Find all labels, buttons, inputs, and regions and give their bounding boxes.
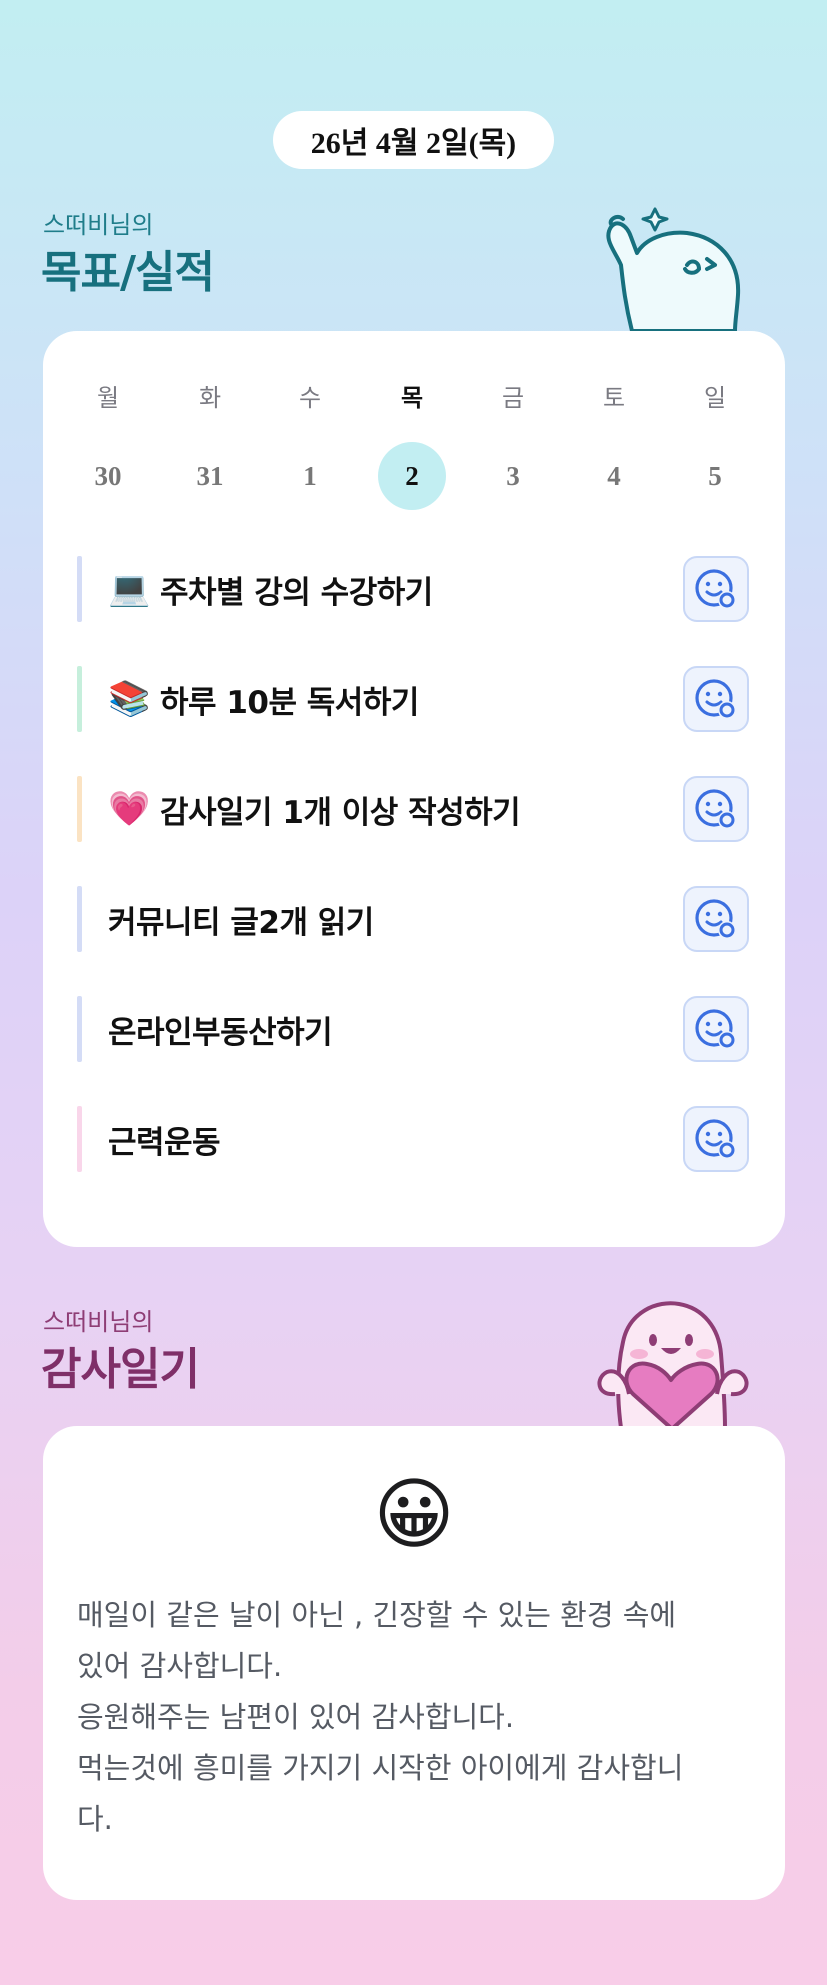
weekday-label: 일 bbox=[703, 383, 727, 412]
goal-check-button[interactable] bbox=[683, 776, 749, 842]
goal-color-bar bbox=[77, 666, 82, 732]
smile-check-icon bbox=[694, 1117, 738, 1161]
gratitude-line: 매일이 같은 날이 아닌 , 긴장할 수 있는 환경 속에 bbox=[77, 1598, 677, 1632]
goal-color-bar bbox=[77, 556, 82, 622]
pink-heart-icon: 💗 bbox=[108, 789, 151, 829]
laptop-icon: 💻 bbox=[108, 569, 151, 609]
gratitude-card: 😀 매일이 같은 날이 아닌 , 긴장할 수 있는 환경 속에있어 감사합니다.… bbox=[43, 1426, 785, 1900]
goal-color-bar bbox=[77, 996, 82, 1062]
date-cell[interactable]: 31 bbox=[176, 442, 244, 510]
weekday-label: 금 bbox=[501, 383, 525, 412]
goals-subtitle: 스떠비님의 bbox=[43, 211, 154, 239]
date-cell[interactable]: 1 bbox=[276, 442, 344, 510]
smile-check-icon bbox=[694, 567, 738, 611]
gratitude-text[interactable]: 매일이 같은 날이 아닌 , 긴장할 수 있는 환경 속에있어 감사합니다. 응원… bbox=[77, 1590, 767, 1845]
gratitude-line: 응원해주는 남편이 있어 감사합니다. bbox=[77, 1700, 515, 1734]
smile-check-icon bbox=[694, 677, 738, 721]
goal-label: 감사일기 1개 이상 작성하기 bbox=[160, 794, 521, 831]
date-cell[interactable]: 30 bbox=[74, 442, 142, 510]
date-cell-selected[interactable]: 2 bbox=[378, 442, 446, 510]
goal-label: 커뮤니티 글2개 읽기 bbox=[108, 904, 374, 941]
goal-item[interactable]: 📚 하루 10분 독서하기 bbox=[77, 666, 749, 732]
goal-label: 하루 10분 독서하기 bbox=[160, 684, 419, 721]
goal-check-button[interactable] bbox=[683, 996, 749, 1062]
weekday-label: 월 bbox=[96, 383, 120, 412]
weekday-label: 수 bbox=[298, 383, 322, 412]
goal-label: 온라인부동산하기 bbox=[108, 1014, 333, 1051]
date-cell[interactable]: 5 bbox=[681, 442, 749, 510]
goal-item[interactable]: 근력운동 bbox=[77, 1106, 749, 1172]
goal-check-button[interactable] bbox=[683, 666, 749, 732]
gratitude-line: 다. bbox=[77, 1802, 113, 1836]
goal-check-button[interactable] bbox=[683, 886, 749, 952]
goal-color-bar bbox=[77, 776, 82, 842]
goal-color-bar bbox=[77, 1106, 82, 1172]
goals-title: 목표/실적 bbox=[41, 247, 215, 298]
weekday-label: 토 bbox=[602, 383, 626, 412]
weekday-label: 목 bbox=[400, 383, 424, 412]
thanks-title: 감사일기 bbox=[41, 1344, 200, 1395]
goal-color-bar bbox=[77, 886, 82, 952]
date-cell[interactable]: 3 bbox=[479, 442, 547, 510]
weekday-label: 화 bbox=[198, 383, 222, 412]
date-pill[interactable]: 26년 4월 2일(목) bbox=[273, 111, 554, 169]
goal-check-button[interactable] bbox=[683, 1106, 749, 1172]
gratitude-line: 먹는것에 흥미를 가지기 시작한 아이에게 감사합니 bbox=[77, 1751, 684, 1785]
grinning-face-icon: 😀 bbox=[373, 1470, 455, 1560]
pointing-mascot-icon bbox=[606, 207, 741, 331]
date-cell[interactable]: 4 bbox=[580, 442, 648, 510]
thanks-subtitle: 스떠비님의 bbox=[43, 1308, 154, 1336]
goal-item[interactable]: 💻 주차별 강의 수강하기 bbox=[77, 556, 749, 622]
gratitude-line: 있어 감사합니다. bbox=[77, 1649, 283, 1683]
books-icon: 📚 bbox=[108, 679, 151, 719]
goal-label: 주차별 강의 수강하기 bbox=[160, 574, 433, 611]
goal-label: 근력운동 bbox=[108, 1124, 221, 1161]
goal-item[interactable]: 커뮤니티 글2개 읽기 bbox=[77, 886, 749, 952]
goal-item[interactable]: 온라인부동산하기 bbox=[77, 996, 749, 1062]
smile-check-icon bbox=[694, 1007, 738, 1051]
goal-check-button[interactable] bbox=[683, 556, 749, 622]
heart-mascot-icon bbox=[597, 1301, 749, 1428]
smile-check-icon bbox=[694, 787, 738, 831]
smile-check-icon bbox=[694, 897, 738, 941]
goal-item[interactable]: 💗 감사일기 1개 이상 작성하기 bbox=[77, 776, 749, 842]
goals-card: 월 화 수 목 금 토 일 30 31 1 2 3 4 5 💻 주차별 강의 수강하기 📚 하루 10분 독서… bbox=[43, 331, 785, 1247]
